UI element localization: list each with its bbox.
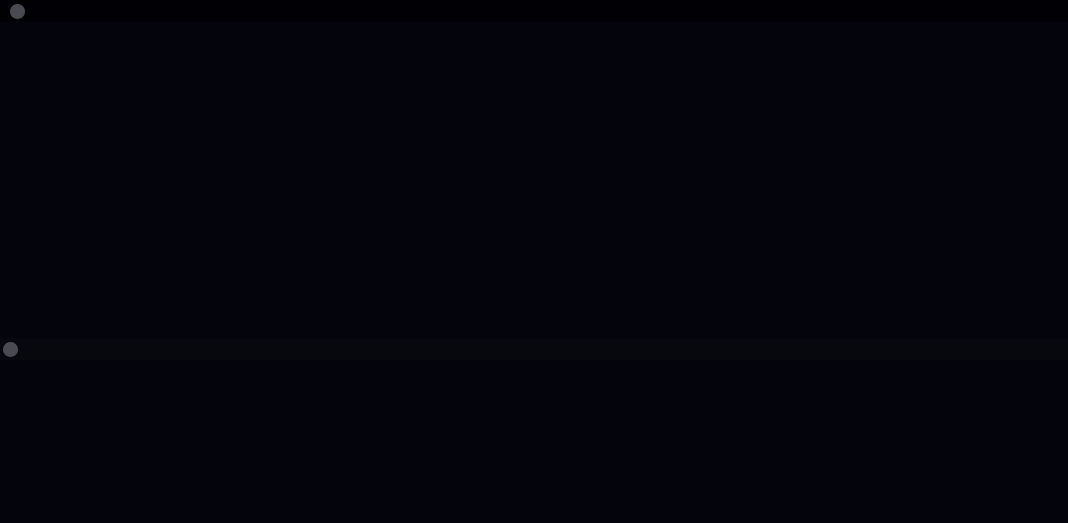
price-and-macd-chart-canvas[interactable] [0, 0, 1068, 523]
collapse-panel-icon[interactable] [10, 3, 25, 19]
trading-app-window [0, 0, 1068, 523]
price-panel-header [0, 0, 1068, 22]
macd-panel-header [0, 338, 1068, 360]
collapse-panel2-icon[interactable] [3, 341, 18, 357]
